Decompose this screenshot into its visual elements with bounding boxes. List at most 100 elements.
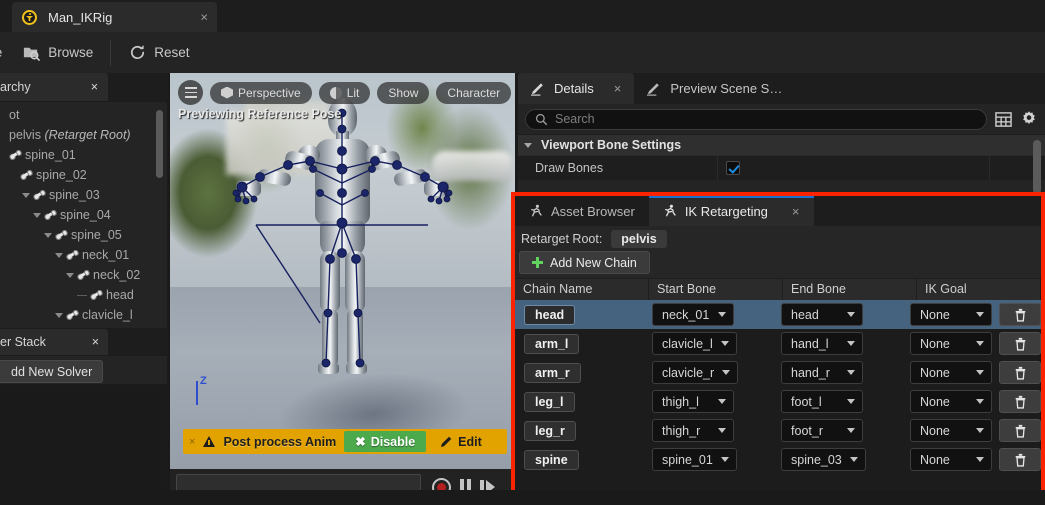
table-row[interactable]: leg_r thigh_r foot_r None [515, 416, 1041, 445]
table-row[interactable]: head neck_01 head None [515, 300, 1041, 329]
save-button[interactable]: ve [0, 37, 12, 69]
ik-goal-dropdown[interactable]: None [910, 448, 992, 471]
start-bone-dropdown[interactable]: clavicle_r [652, 361, 739, 384]
tab-ik-retargeting[interactable]: IK Retargeting × [648, 196, 814, 226]
chain-name-value[interactable]: arm_l [524, 333, 580, 354]
cell-ik-goal: None [902, 300, 1041, 329]
search-input[interactable] [555, 112, 977, 126]
search-input-wrapper[interactable] [525, 108, 987, 130]
tree-item-spine_01[interactable]: spine_01 [0, 145, 167, 165]
close-icon[interactable]: × [189, 436, 195, 448]
chevron-down-icon[interactable] [33, 211, 42, 220]
preview-viewport[interactable]: Perspective Lit Show Character Previewin… [170, 73, 515, 469]
table-row[interactable]: arm_r clavicle_r hand_r None [515, 358, 1041, 387]
tree-item-spine_04[interactable]: spine_04 [0, 205, 167, 225]
column-header-start-bone[interactable]: Start Bone [649, 279, 783, 300]
column-header-ik-goal[interactable]: IK Goal [917, 279, 1041, 300]
column-header-end-bone[interactable]: End Bone [783, 279, 917, 300]
delete-chain-button[interactable] [999, 303, 1041, 326]
tab-solver-stack[interactable]: er Stack × [0, 329, 108, 355]
column-header-chain-name[interactable]: Chain Name [515, 279, 649, 300]
tree-item-clavicle_l[interactable]: clavicle_l [0, 305, 167, 325]
viewport-lighting-mode-button[interactable]: Lit [318, 81, 371, 104]
end-bone-value: head [791, 307, 819, 322]
close-icon[interactable]: × [792, 205, 800, 218]
table-row[interactable]: spine spine_01 spine_03 None [515, 445, 1041, 474]
details-scrollbar[interactable] [1033, 140, 1041, 194]
delete-chain-button[interactable] [999, 332, 1041, 355]
viewport-pill-label: Show [388, 85, 419, 100]
viewport-character-menu-button[interactable]: Character [436, 81, 512, 104]
ik-goal-dropdown[interactable]: None [910, 390, 992, 413]
chain-name-value[interactable]: head [524, 304, 576, 325]
hierarchy-scrollbar[interactable] [156, 110, 163, 178]
close-icon[interactable]: × [200, 11, 208, 24]
retarget-root-value[interactable]: pelvis [611, 229, 667, 248]
viewport-show-menu-button[interactable]: Show [377, 81, 430, 104]
table-row[interactable]: leg_l thigh_l foot_l None [515, 387, 1041, 416]
start-bone-dropdown[interactable]: clavicle_l [652, 332, 737, 355]
gear-icon[interactable] [1020, 110, 1038, 128]
delete-chain-button[interactable] [999, 390, 1041, 413]
column-layout-icon[interactable] [995, 111, 1012, 128]
delete-chain-button[interactable] [999, 419, 1041, 442]
end-bone-dropdown[interactable]: foot_l [781, 390, 864, 413]
document-tab-man-ikrig[interactable]: Man_IKRig × [12, 2, 217, 32]
chevron-down-icon[interactable] [22, 191, 31, 200]
add-new-chain-button[interactable]: Add New Chain [519, 251, 650, 274]
cell-ik-goal: None [902, 329, 1041, 358]
tab-details[interactable]: Details × [518, 73, 635, 104]
disable-post-process-button[interactable]: ✖ Disable [344, 431, 427, 452]
start-bone-dropdown[interactable]: neck_01 [652, 303, 735, 326]
chain-name-value[interactable]: leg_r [524, 420, 576, 441]
bone-hierarchy-tree[interactable]: ot pelvis (Retarget Root) spine_01 spine_02… [0, 102, 167, 328]
delete-chain-button[interactable] [999, 448, 1041, 471]
tab-preview-scene-settings[interactable]: Preview Scene S… [634, 73, 795, 104]
close-icon[interactable]: × [92, 336, 99, 349]
tree-item-ot[interactable]: ot [0, 105, 167, 125]
ik-retargeting-panel: Retarget Root: pelvis Add New Chain Chai… [515, 226, 1041, 505]
tree-item-neck_01[interactable]: neck_01 [0, 245, 167, 265]
tree-item-spine_03[interactable]: spine_03 [0, 185, 167, 205]
tab-asset-browser[interactable]: Asset Browser [515, 196, 649, 226]
ik-goal-dropdown[interactable]: None [910, 303, 992, 326]
viewport-bone-settings-section-header[interactable]: Viewport Bone Settings [518, 134, 1045, 155]
chain-name-value[interactable]: leg_l [524, 391, 575, 412]
tree-item-spine_02[interactable]: spine_02 [0, 165, 167, 185]
browse-button[interactable]: Browse [12, 37, 103, 69]
end-bone-dropdown[interactable]: foot_r [781, 419, 864, 442]
reset-button[interactable]: Reset [118, 37, 199, 69]
chevron-down-icon[interactable] [55, 251, 64, 260]
start-bone-dropdown[interactable]: thigh_r [652, 419, 735, 442]
chevron-down-icon[interactable] [66, 271, 75, 280]
delete-chain-button[interactable] [999, 361, 1041, 384]
end-bone-dropdown[interactable]: hand_l [781, 332, 864, 355]
chain-name-value[interactable]: arm_r [524, 362, 581, 383]
start-bone-dropdown[interactable]: spine_01 [652, 448, 737, 471]
viewport-camera-mode-button[interactable]: Perspective [210, 81, 312, 104]
cell-start-bone: spine_01 [644, 445, 773, 474]
table-row[interactable]: arm_l clavicle_l hand_l None [515, 329, 1041, 358]
close-icon[interactable]: × [614, 82, 622, 95]
close-icon[interactable]: × [91, 81, 98, 94]
end-bone-dropdown[interactable]: spine_03 [781, 448, 866, 471]
tree-item-neck_02[interactable]: neck_02 [0, 265, 167, 285]
chain-name-value[interactable]: spine [524, 449, 579, 470]
tree-item-pelvis[interactable]: pelvis (Retarget Root) [0, 125, 167, 145]
tree-item-spine_05[interactable]: spine_05 [0, 225, 167, 245]
draw-bones-checkbox[interactable] [726, 161, 740, 175]
ik-goal-dropdown[interactable]: None [910, 361, 992, 384]
tree-item-head[interactable]: head [0, 285, 167, 305]
end-bone-dropdown[interactable]: head [781, 303, 864, 326]
start-bone-dropdown[interactable]: thigh_l [652, 390, 735, 413]
hamburger-menu-icon[interactable] [178, 80, 203, 105]
tab-hierarchy[interactable]: archy × [0, 73, 108, 101]
edit-post-process-link[interactable]: Edit [440, 435, 482, 449]
ik-goal-dropdown[interactable]: None [910, 419, 992, 442]
chevron-down-icon [722, 370, 731, 375]
end-bone-dropdown[interactable]: hand_r [781, 361, 864, 384]
chevron-down-icon[interactable] [44, 231, 53, 240]
add-new-solver-button[interactable]: dd New Solver [0, 360, 104, 383]
ik-goal-dropdown[interactable]: None [910, 332, 992, 355]
chevron-down-icon[interactable] [55, 311, 64, 320]
